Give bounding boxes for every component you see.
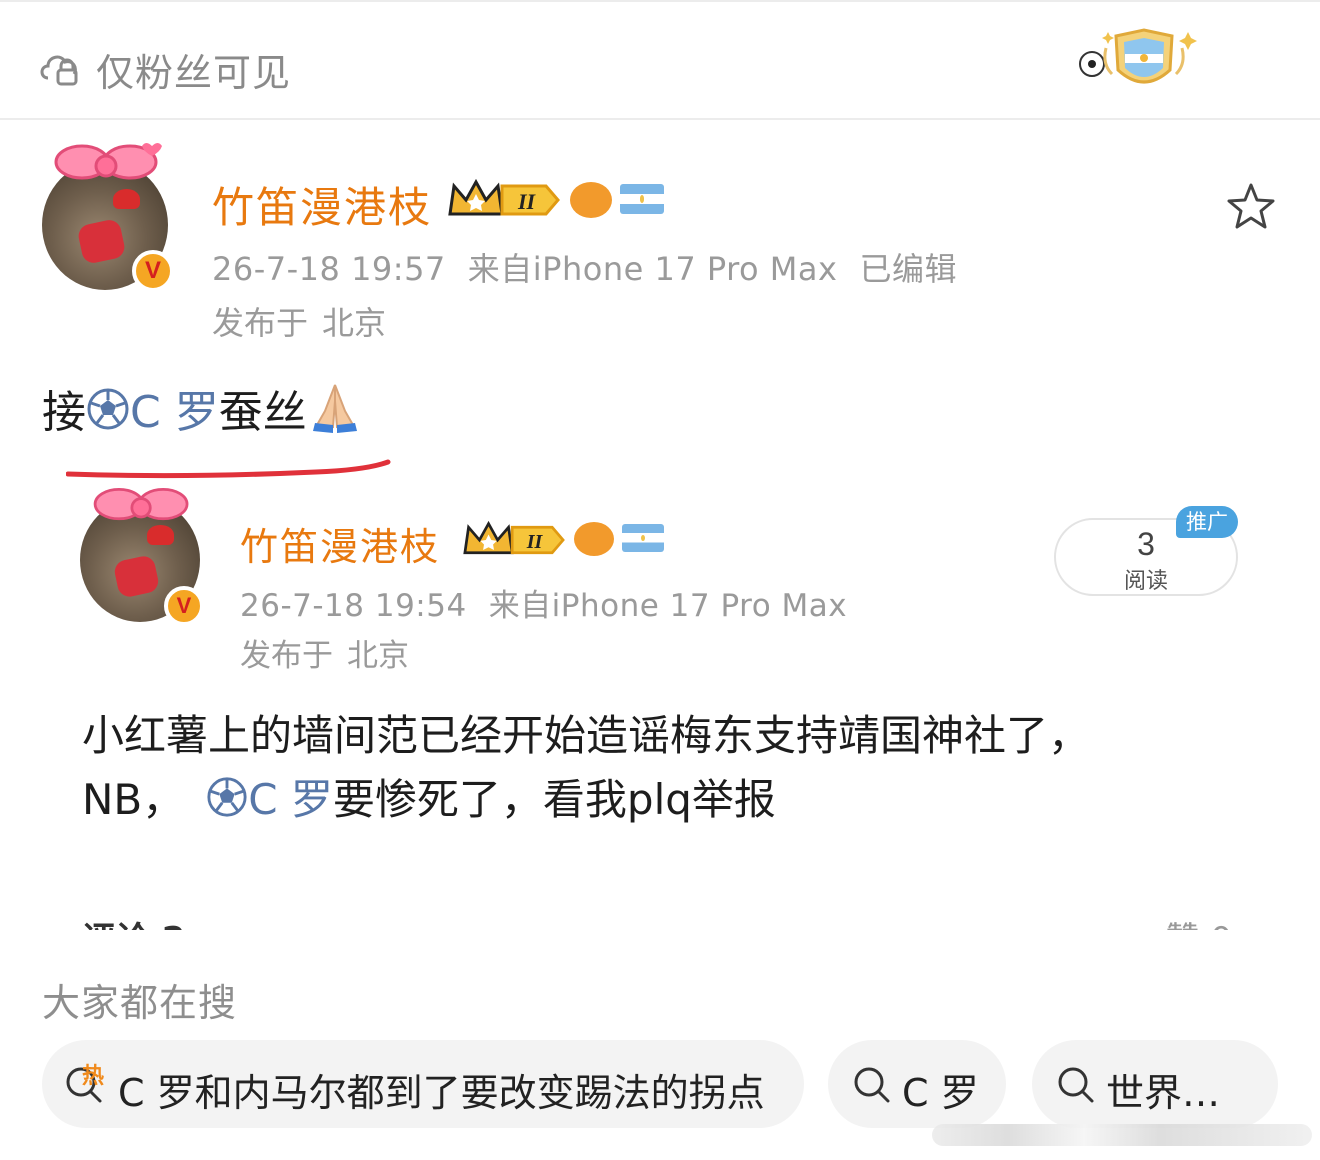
praying-hands-icon [312,384,357,433]
search-chip[interactable]: C 罗 [828,1040,1006,1128]
search-chip[interactable]: 热 C 罗和内马尔都到了要改变踢法的拐点 [42,1040,804,1128]
repost-line-1: 小红薯上的墙间范已经开始造谣梅东支持靖国神社了， [82,711,1091,760]
argentina-badge-icon[interactable] [1072,24,1202,96]
search-icon [1058,1067,1094,1103]
soccer-ball-icon [207,777,247,817]
post-text: 接 C 罗蚕丝 [42,376,363,440]
topic-text[interactable]: C 罗 [248,775,333,824]
post-username[interactable]: 竹笛漫港枝 [212,174,432,235]
topic-link[interactable]: C 罗 [86,387,219,438]
post-source[interactable]: 来自iPhone 17 Pro Max [468,250,838,288]
favorite-star-icon[interactable] [1226,182,1276,230]
visibility-label: 仅粉丝可见 [96,51,292,95]
verified-badge: V [132,250,174,292]
like-count[interactable]: 赞 0 [1166,912,1232,930]
verified-badge: V [164,586,204,626]
repost-username[interactable]: 竹笛漫港枝 [240,516,440,571]
level-badge: II [526,531,544,553]
reads-label: 阅读 [1123,569,1168,594]
location-prefix: 发布于 [240,638,333,674]
post-meta: 26-7-18 19:57 来自iPhone 17 Pro Max 已编辑 [212,244,979,290]
promo-badge[interactable]: 推广 [1176,506,1238,538]
comment-like-row: 评论 2 赞 0 [82,904,1262,930]
repost-avatar[interactable]: V [80,487,204,626]
post-date: 26-7-18 19:57 [212,250,446,288]
location-value: 北京 [322,304,387,342]
location-prefix: 发布于 [212,304,309,342]
argentina-flag-icon [622,524,664,552]
avatar[interactable]: V [42,143,174,292]
topic-text[interactable]: C 罗 [130,387,219,438]
search-chip-label: C 罗和内马尔都到了要改变踢法的拐点 [118,1071,765,1115]
level-badge: II [517,189,537,214]
post-location: 发布于 北京 [212,298,400,344]
topic-link[interactable]: C 罗 [206,775,333,824]
pufferfish-icon [570,182,612,218]
post-text-before: 接 [42,387,86,438]
repost-line-2-before: NB， [82,775,185,824]
repost-meta: 26-7-18 19:54 来自iPhone 17 Pro Max [240,580,869,625]
search-chip[interactable]: 世界… [1032,1040,1278,1128]
soccer-ball-icon [87,388,129,430]
repost-line-2-after: 要惨死了，看我plq举报 [332,775,776,824]
vip-crown-icon: II [463,520,565,555]
bow-decoration [54,143,162,180]
search-suggestions-title: 大家都在搜 [42,981,238,1025]
lock-cloud-icon [40,55,78,86]
repost-location: 发布于 北京 [240,630,423,675]
location-value: 北京 [347,638,409,674]
top-bar: 仅粉丝可见 [0,0,1320,120]
search-chip-label: C 罗 [902,1071,979,1115]
repost-date: 26-7-18 19:54 [240,588,467,624]
search-icon [854,1067,890,1103]
search-chip-label: 世界… [1106,1071,1221,1115]
post-edited[interactable]: 已编辑 [859,250,957,288]
argentina-flag-icon [620,184,664,214]
home-indicator[interactable] [932,1124,1312,1146]
pufferfish-icon [574,522,614,556]
vip-crown-icon: II [448,178,560,216]
bow-decoration [93,487,189,521]
repost-text: 小红薯上的墙间范已经开始造谣梅东支持靖国神社了， NB， C 罗要惨死了，看我pl… [82,704,1090,832]
comment-count[interactable]: 评论 2 [82,912,186,930]
repost-source[interactable]: 来自iPhone 17 Pro Max [489,588,847,624]
repost-line-2: NB， C 罗要惨死了，看我plq举报 [82,768,1090,832]
hot-tag: 热 [82,1064,105,1089]
post-text-after: 蚕丝 [218,387,307,438]
